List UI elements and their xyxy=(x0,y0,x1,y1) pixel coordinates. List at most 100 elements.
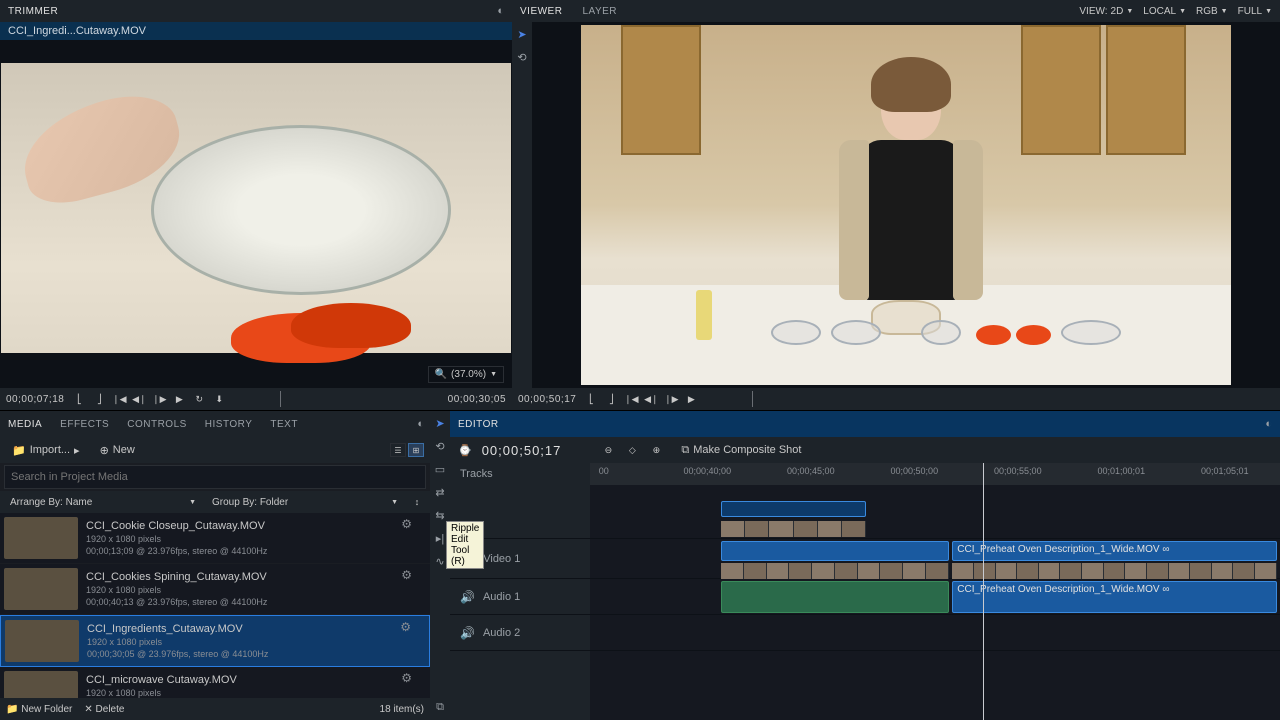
track-header-audio1[interactable]: 🔊 Audio 1 xyxy=(450,579,590,615)
ruler-tick: 00 xyxy=(599,466,609,476)
trimmer-preview[interactable] xyxy=(0,40,512,360)
media-item-name: CCI_Cookies Spining_Cutaway.MOV xyxy=(86,571,426,583)
slip-tool-icon[interactable]: ⇄ xyxy=(435,486,444,499)
set-out-button[interactable]: ⎦ xyxy=(92,392,106,406)
text-tab[interactable]: TEXT xyxy=(268,415,300,434)
gear-icon[interactable]: ⚙ xyxy=(400,620,411,634)
media-thumbnail xyxy=(5,620,79,662)
trimmer-settings-icon[interactable]: ◐ xyxy=(497,5,504,17)
media-item-meta: 00;00;30;05 @ 23.976fps, stereo @ 44100H… xyxy=(87,649,425,659)
import-button[interactable]: 📁 Import... ▸ xyxy=(6,442,86,459)
timeline-video-clip[interactable]: CCI_Preheat Oven Description_1_Wide.MOV … xyxy=(952,541,1276,561)
set-in-button[interactable]: ⎣ xyxy=(72,392,86,406)
trimmer-clip-name: CCI_Ingredi...Cutaway.MOV xyxy=(0,22,512,40)
editor-tab[interactable]: EDITOR xyxy=(458,419,499,430)
item-count-label: 18 item(s) xyxy=(380,704,424,715)
history-tab[interactable]: HISTORY xyxy=(203,415,255,434)
list-view-button[interactable]: ☰ xyxy=(390,443,406,457)
size-dropdown[interactable]: FULL ▼ xyxy=(1238,6,1272,17)
pointer-tool-icon[interactable]: ➤ xyxy=(517,28,526,41)
media-list[interactable]: CCI_Cookie Closeup_Cutaway.MOV 1920 x 10… xyxy=(0,513,430,698)
ripple-edit-tool-icon[interactable]: ▸| xyxy=(436,532,444,545)
media-list-item[interactable]: CCI_microwave Cutaway.MOV 1920 x 1080 pi… xyxy=(0,667,430,698)
media-thumbnail xyxy=(4,671,78,698)
new-folder-button[interactable]: 📁 New Folder xyxy=(6,704,72,715)
ruler-tick: 00;00;45;00 xyxy=(787,466,835,476)
ruler-tick: 00;00;55;00 xyxy=(994,466,1042,476)
track-header-audio2[interactable]: 🔊 Audio 2 xyxy=(450,615,590,651)
layer-tab[interactable]: LAYER xyxy=(582,6,617,17)
next-frame-button[interactable]: ❘▶ xyxy=(664,392,678,406)
ruler-tick: 00;01;00;01 xyxy=(1098,466,1146,476)
speaker-icon[interactable]: 🔊 xyxy=(460,590,475,604)
viewer-scrubber[interactable] xyxy=(706,391,1274,407)
clock-icon: ⌚ xyxy=(458,444,472,457)
speaker-icon[interactable]: 🔊 xyxy=(460,626,475,640)
media-list-item[interactable]: CCI_Cookies Spining_Cutaway.MOV 1920 x 1… xyxy=(0,564,430,615)
select-tool-icon[interactable]: ➤ xyxy=(435,417,444,430)
set-out-button[interactable]: ⎦ xyxy=(604,392,618,406)
timeline-video-clip[interactable] xyxy=(721,541,949,561)
loop-button[interactable]: ↻ xyxy=(192,392,206,406)
chevron-down-icon: ▼ xyxy=(1265,8,1272,15)
view-mode-dropdown[interactable]: VIEW: 2D ▼ xyxy=(1079,6,1133,17)
trimmer-zoom-dropdown[interactable]: 🔍 (37.0%) ▼ xyxy=(428,366,504,383)
editor-timecode[interactable]: 00;00;50;17 xyxy=(482,443,562,458)
play-button[interactable]: ▶ xyxy=(172,392,186,406)
trimmer-tc-in: 00;00;07;18 xyxy=(6,394,64,405)
step-back-button[interactable]: ◀❘ xyxy=(132,392,146,406)
timeline-audio-clip[interactable] xyxy=(721,581,949,613)
play-button[interactable]: ▶ xyxy=(684,392,698,406)
orbit-tool-icon[interactable]: ⟲ xyxy=(517,51,526,64)
effects-tab[interactable]: EFFECTS xyxy=(58,415,111,434)
hand-tool-icon[interactable]: ⟲ xyxy=(435,440,444,453)
prev-frame-button[interactable]: ◀❘ xyxy=(644,392,658,406)
editor-settings-icon[interactable]: ◐ xyxy=(1265,418,1272,430)
arrange-dropdown[interactable]: Arrange By: Name ▼ xyxy=(6,497,200,508)
new-button[interactable]: ⊕ New xyxy=(94,442,141,459)
next-edit-button[interactable]: ⊕ xyxy=(649,443,663,457)
ruler-tick: 00;00;50;00 xyxy=(891,466,939,476)
gear-icon[interactable]: ⚙ xyxy=(401,568,412,582)
set-in-button[interactable]: ⎣ xyxy=(584,392,598,406)
go-start-button[interactable]: ❘◀ xyxy=(624,392,638,406)
space-dropdown[interactable]: LOCAL ▼ xyxy=(1143,6,1186,17)
media-list-item[interactable]: CCI_Ingredients_Cutaway.MOV 1920 x 1080 … xyxy=(0,615,430,667)
chevron-down-icon: ▼ xyxy=(490,371,497,378)
sort-order-button[interactable]: ↕ xyxy=(410,495,424,509)
media-item-name: CCI_Ingredients_Cutaway.MOV xyxy=(87,623,425,635)
slide-tool-icon[interactable]: ⇆ xyxy=(435,509,444,522)
media-search-input[interactable] xyxy=(4,465,426,489)
rate-tool-icon[interactable]: ∿ xyxy=(435,555,444,568)
gear-icon[interactable]: ⚙ xyxy=(401,517,412,531)
media-item-dims: 1920 x 1080 pixels xyxy=(86,585,426,595)
grid-view-button[interactable]: ⊞ xyxy=(408,443,424,457)
media-item-dims: 1920 x 1080 pixels xyxy=(86,688,426,698)
delete-button[interactable]: ✕ Delete xyxy=(84,704,124,715)
media-item-dims: 1920 x 1080 pixels xyxy=(87,637,425,647)
timeline-clip[interactable] xyxy=(721,501,866,517)
slice-tool-icon[interactable]: ▭ xyxy=(435,463,445,476)
snap-tool-icon[interactable]: ⧉ xyxy=(436,701,444,714)
group-dropdown[interactable]: Group By: Folder ▼ xyxy=(208,497,402,508)
insert-button[interactable]: ⬇ xyxy=(212,392,226,406)
color-dropdown[interactable]: RGB ▼ xyxy=(1196,6,1228,17)
controls-tab[interactable]: CONTROLS xyxy=(125,415,189,434)
composite-icon: ⧉ xyxy=(681,444,689,457)
step-fwd-button[interactable]: ❘▶ xyxy=(152,392,166,406)
viewer-tab[interactable]: VIEWER xyxy=(520,6,562,17)
marker-button[interactable]: ◇ xyxy=(625,443,639,457)
composite-shot-button[interactable]: ⧉ Make Composite Shot xyxy=(681,444,801,457)
timeline-audio-clip[interactable]: CCI_Preheat Oven Description_1_Wide.MOV … xyxy=(952,581,1276,613)
media-tab[interactable]: MEDIA xyxy=(6,415,44,434)
trimmer-scrubber[interactable] xyxy=(234,391,439,407)
trimmer-tab[interactable]: TRIMMER xyxy=(8,6,58,17)
media-settings-icon[interactable]: ◐ xyxy=(417,418,424,430)
timeline-ruler[interactable]: 0000;00;40;0000;00;45;0000;00;50;0000;00… xyxy=(590,463,1280,485)
viewer-preview[interactable] xyxy=(532,22,1280,388)
prev-frame-button[interactable]: ❘◀ xyxy=(112,392,126,406)
timeline-lanes[interactable]: CCI_Preheat Oven Description_1_Wide.MOV … xyxy=(590,485,1280,720)
gear-icon[interactable]: ⚙ xyxy=(401,671,412,685)
media-list-item[interactable]: CCI_Cookie Closeup_Cutaway.MOV 1920 x 10… xyxy=(0,513,430,564)
prev-edit-button[interactable]: ⊖ xyxy=(601,443,615,457)
